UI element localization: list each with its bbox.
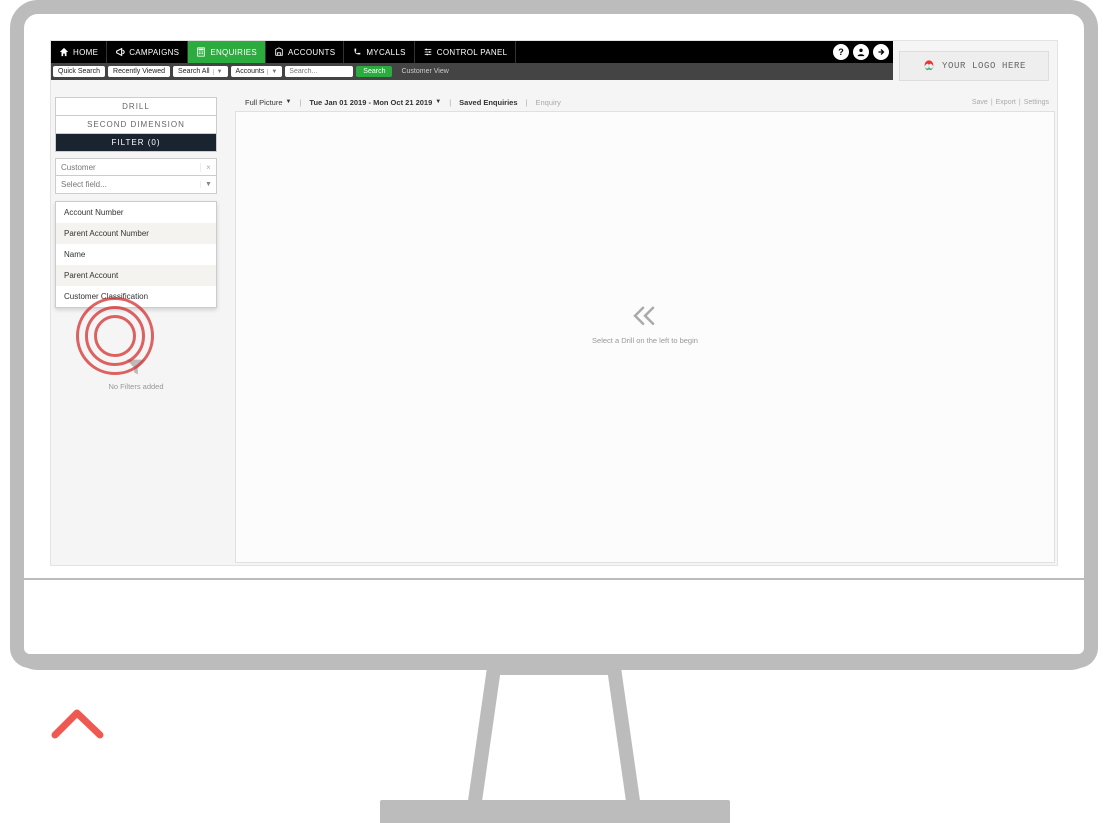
subheader-bar: Full Picture▼ | Tue Jan 01 2019 - Mon Oc… [241,95,1057,109]
empty-state-text: Select a Drill on the left to begin [592,336,698,345]
save-link[interactable]: Save [972,99,988,106]
settings-link[interactable]: Settings [1024,99,1049,106]
logo-swirl-icon [922,59,936,73]
app-window: HOME CAMPAIGNS ENQUIRIES [51,41,893,80]
nav-home[interactable]: HOME [51,41,107,63]
nav-accounts[interactable]: ACCOUNTS [266,41,344,63]
search-scope-select[interactable]: Search All▼ [173,66,227,77]
dropdown-item-customer-classification[interactable]: Customer Classification [56,286,216,307]
recently-viewed-pill[interactable]: Recently Viewed [108,66,170,77]
tab-filter[interactable]: FILTER (0) [56,133,216,151]
monitor-bezel: YOUR LOGO HERE HOME CAMPAIGNS [10,0,1098,670]
chevrons-left-icon [592,306,698,332]
export-link[interactable]: Export [996,99,1016,106]
search-button[interactable]: Search [356,66,392,77]
tab-second-dimension[interactable]: SECOND DIMENSION [56,115,216,133]
chevron-up-icon [50,705,105,741]
brand-logo-placeholder: YOUR LOGO HERE [899,51,1049,81]
sidebar-tabs: DRILL SECOND DIMENSION FILTER (0) [55,97,217,152]
saved-enquiries-link[interactable]: Saved Enquiries [455,98,521,107]
dropdown-item-account-number[interactable]: Account Number [56,202,216,223]
nav-control-panel-label: CONTROL PANEL [437,48,508,57]
date-range-dropdown[interactable]: Tue Jan 01 2019 - Mon Oct 21 2019▼ [305,98,445,107]
customer-view-link[interactable]: Customer View [401,68,448,75]
funnel-icon [125,357,147,377]
nav-accounts-label: ACCOUNTS [288,48,335,57]
monitor-stand [464,668,644,808]
nav-enquiries[interactable]: ENQUIRIES [188,41,266,63]
chevron-down-icon: ▼ [200,181,216,188]
nav-mycalls[interactable]: MYCALLS [344,41,414,63]
no-filters-text: No Filters added [51,382,221,391]
enquiry-label: Enquiry [531,98,564,107]
user-icon [856,47,866,57]
nav-home-label: HOME [73,48,98,57]
monitor-chin [10,578,1098,668]
search-toolbar: Quick Search Recently Viewed Search All▼… [51,63,893,80]
dropdown-item-name[interactable]: Name [56,244,216,265]
building-icon [274,47,284,57]
remove-filter-button[interactable]: × [200,163,216,172]
calculator-icon [196,47,206,57]
dropdown-item-parent-account[interactable]: Parent Account [56,265,216,286]
megaphone-icon [115,47,125,57]
search-entity-select[interactable]: Accounts▼ [231,66,283,77]
main-panel: Select a Drill on the left to begin [235,111,1055,563]
nav-mycalls-label: MYCALLS [366,48,405,57]
camera-dot [550,2,558,10]
user-button[interactable] [853,44,869,60]
help-button[interactable]: ? [833,44,849,60]
filter-field-placeholder: Select field... [56,180,200,189]
nav-enquiries-label: ENQUIRIES [210,48,257,57]
filter-field-label: Customer [56,163,200,172]
phone-icon [352,47,362,57]
field-dropdown: Account Number Parent Account Number Nam… [55,201,217,308]
no-filters-placeholder: No Filters added [51,357,221,391]
empty-state: Select a Drill on the left to begin [592,306,698,345]
primary-nav: HOME CAMPAIGNS ENQUIRIES [51,41,893,63]
search-input[interactable] [285,66,353,77]
back-to-top-button[interactable] [50,705,105,741]
home-icon [59,47,69,57]
logo-text: YOUR LOGO HERE [942,61,1026,71]
sliders-icon [423,47,433,57]
monitor-foot [380,800,730,823]
screen-content: YOUR LOGO HERE HOME CAMPAIGNS [50,40,1058,566]
full-picture-dropdown[interactable]: Full Picture▼ [241,98,295,107]
nav-control-panel[interactable]: CONTROL PANEL [415,41,517,63]
nav-campaigns-label: CAMPAIGNS [129,48,179,57]
chevron-down-icon: ▼ [286,99,292,105]
chevron-down-icon: ▼ [267,69,277,75]
arrow-right-icon [876,47,886,57]
filter-field-select[interactable]: Select field... ▼ [55,176,217,194]
quick-search-pill[interactable]: Quick Search [53,66,105,77]
nav-campaigns[interactable]: CAMPAIGNS [107,41,188,63]
tab-drill[interactable]: DRILL [56,98,216,115]
chevron-down-icon: ▼ [435,99,441,105]
logout-button[interactable] [873,44,889,60]
sidebar: DRILL SECOND DIMENSION FILTER (0) Custom… [51,97,221,194]
chevron-down-icon: ▼ [213,69,223,75]
filter-field-customer[interactable]: Customer × [55,158,217,176]
dropdown-item-parent-account-number[interactable]: Parent Account Number [56,223,216,244]
